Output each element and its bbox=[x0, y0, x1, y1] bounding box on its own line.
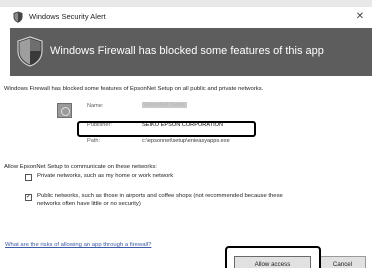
cancel-button[interactable]: Cancel bbox=[319, 256, 366, 268]
banner-heading: Windows Firewall has blocked some featur… bbox=[50, 45, 324, 57]
security-alert-dialog: Windows Security Alert ✕ Windows Firewal… bbox=[0, 7, 372, 268]
shield-small-icon bbox=[13, 11, 23, 23]
private-network-checkbox[interactable] bbox=[25, 174, 32, 181]
close-button[interactable]: ✕ bbox=[352, 9, 368, 25]
close-icon: ✕ bbox=[355, 11, 365, 22]
allow-access-highlight-box bbox=[225, 246, 321, 268]
path-label: Path: bbox=[87, 138, 101, 144]
name-value: EpsonNet Setup bbox=[142, 102, 187, 108]
path-value: c:\epsonnet\setup\enieasyapps.exe bbox=[142, 138, 230, 144]
name-label: Name: bbox=[87, 103, 104, 109]
shield-icon bbox=[17, 36, 43, 67]
screen: Windows Security Alert ✕ Windows Firewal… bbox=[0, 0, 372, 268]
app-icon bbox=[57, 103, 72, 118]
title-bar[interactable]: Windows Security Alert ✕ bbox=[0, 7, 372, 28]
check-icon: ✓ bbox=[26, 194, 32, 200]
intro-text: Windows Firewall has blocked some featur… bbox=[4, 86, 264, 92]
public-network-checkbox[interactable]: ✓ bbox=[25, 194, 32, 201]
alert-banner: Windows Firewall has blocked some featur… bbox=[10, 28, 372, 76]
public-network-label[interactable]: Public networks, such as those in airpor… bbox=[37, 193, 297, 208]
window-title: Windows Security Alert bbox=[29, 12, 106, 21]
allow-prompt: Allow EpsonNet Setup to communicate on t… bbox=[4, 164, 157, 170]
background-strip bbox=[0, 0, 372, 7]
publisher-highlight-box bbox=[77, 121, 256, 137]
private-network-label[interactable]: Private networks, such as my home or wor… bbox=[37, 173, 173, 181]
firewall-risks-link[interactable]: What are the risks of allowing an app th… bbox=[5, 242, 151, 248]
